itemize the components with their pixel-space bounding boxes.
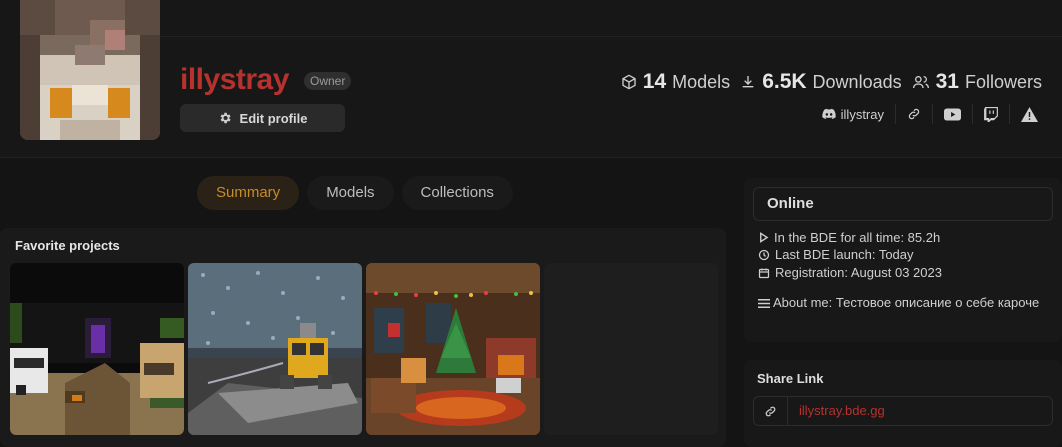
discord-icon	[821, 108, 836, 120]
favorite-projects-title: Favorite projects	[15, 238, 120, 253]
menu-icon	[758, 298, 770, 309]
divider	[1009, 104, 1010, 124]
gear-icon	[218, 111, 232, 125]
bde-time-line: In the BDE for all time: 85.2h	[758, 230, 940, 245]
project-thumbnail[interactable]	[188, 263, 362, 435]
stat-models[interactable]: 14 Models	[621, 70, 730, 94]
edit-profile-button[interactable]: Edit profile	[180, 104, 345, 132]
tab-summary[interactable]: Summary	[197, 176, 300, 210]
discord-username: illystray	[840, 106, 884, 122]
registration-text: Registration: August 03 2023	[775, 265, 942, 280]
header-divider	[160, 36, 1062, 37]
bde-time-text: In the BDE for all time: 85.2h	[774, 230, 941, 245]
twitch-icon[interactable]	[984, 106, 998, 122]
about-me: About me: Тестовое описание о себе кароч…	[758, 294, 1048, 312]
divider	[932, 104, 933, 124]
about-text: Тестовое описание о себе кароче	[835, 295, 1040, 310]
users-icon	[912, 74, 930, 90]
share-link-title: Share Link	[757, 371, 824, 386]
models-count: 14	[642, 70, 667, 93]
username: illystray	[180, 63, 289, 96]
models-label: Models	[672, 71, 731, 92]
project-thumbnail-empty	[544, 263, 718, 435]
social-links: illystray	[821, 104, 1038, 124]
calendar-icon	[758, 267, 770, 279]
tab-models[interactable]: Models	[307, 176, 394, 210]
download-icon	[740, 74, 756, 90]
last-launch-line: Last BDE launch: Today	[758, 247, 914, 262]
youtube-icon[interactable]	[944, 107, 961, 121]
link-icon[interactable]	[907, 107, 921, 121]
last-launch-text: Last BDE launch: Today	[775, 247, 914, 262]
edit-profile-label: Edit profile	[239, 110, 308, 126]
profile-tabs: Summary Models Collections	[197, 176, 513, 210]
divider	[972, 104, 973, 124]
profile-stats: 14 Models 6.5K Downloads 31 Followers	[621, 70, 1042, 94]
downloads-label: Downloads	[812, 71, 902, 92]
followers-label: Followers	[964, 71, 1042, 92]
share-link-card: Share Link illystray.bde.gg	[744, 360, 1062, 447]
avatar	[20, 0, 160, 140]
discord-link[interactable]: illystray	[821, 106, 884, 122]
stat-followers[interactable]: 31 Followers	[912, 70, 1042, 94]
share-link-field[interactable]: illystray.bde.gg	[753, 396, 1053, 426]
tab-collections[interactable]: Collections	[401, 176, 513, 210]
history-icon	[758, 249, 770, 261]
user-info-card: Online In the BDE for all time: 85.2h La…	[744, 178, 1062, 342]
status-badge: Online	[753, 187, 1053, 221]
cube-icon	[621, 74, 637, 90]
profile-header: illystray Owner Edit profile 14 Models 6…	[0, 0, 1062, 158]
link-icon[interactable]	[754, 397, 788, 425]
project-thumbnail[interactable]	[366, 263, 540, 435]
favorite-projects-section: Favorite projects	[0, 228, 726, 447]
role-badge: Owner	[304, 72, 352, 90]
downloads-count: 6.5K	[762, 70, 807, 93]
share-url[interactable]: illystray.bde.gg	[799, 403, 885, 418]
project-thumbnail[interactable]	[10, 263, 184, 435]
registration-line: Registration: August 03 2023	[758, 265, 942, 280]
play-icon	[758, 232, 769, 243]
stat-downloads: 6.5K Downloads	[740, 70, 902, 94]
about-label: About me:	[773, 295, 833, 310]
warning-icon[interactable]	[1021, 106, 1038, 122]
followers-count: 31	[935, 70, 959, 93]
divider	[895, 104, 896, 124]
